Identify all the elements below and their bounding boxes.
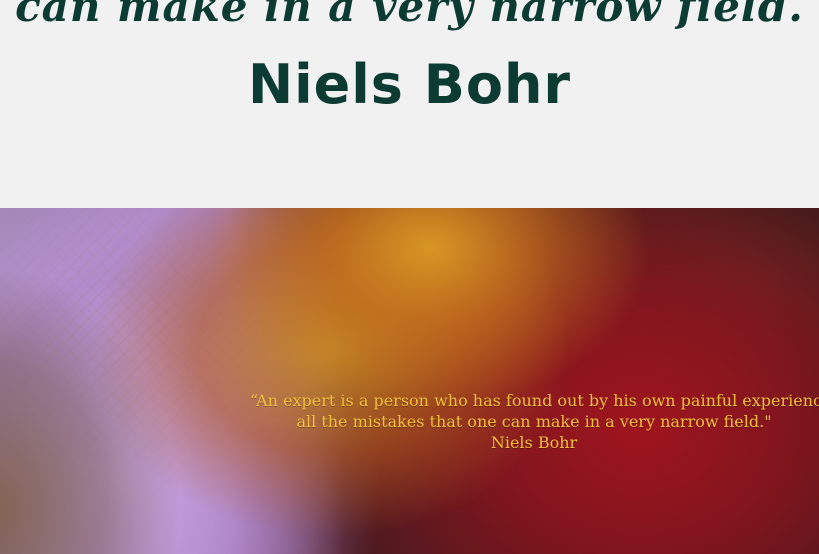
image-quote-line-1: “An expert is a person who has found out… (250, 391, 819, 410)
image-quote-overlay: “An expert is a person who has found out… (250, 390, 819, 453)
image-quote-line-2: all the mistakes that one can make in a … (296, 412, 772, 431)
quote-image: “An expert is a person who has found out… (0, 208, 819, 554)
quote-text-fragment: can make in a very narrow field. (15, 0, 804, 31)
quote-author: Niels Bohr (247, 53, 572, 116)
quote-page: can make in a very narrow field. Niels B… (0, 0, 819, 554)
image-vignette (0, 208, 819, 554)
quote-header: can make in a very narrow field. Niels B… (0, 0, 819, 208)
image-quote-author: Niels Bohr (490, 433, 578, 452)
